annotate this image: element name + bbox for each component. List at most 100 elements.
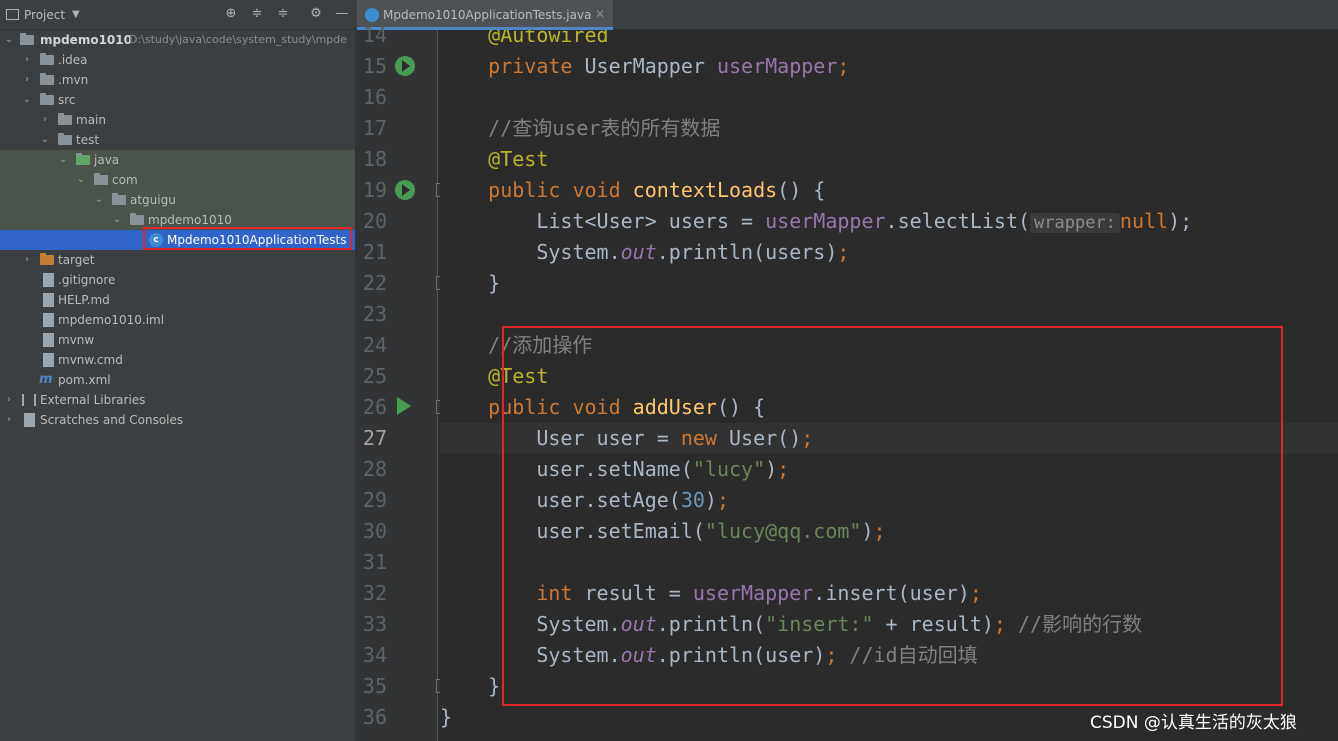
file-icon	[43, 353, 54, 367]
chevron-down-icon[interactable]: ⌄	[75, 170, 87, 190]
tree-item-atguigu[interactable]: ⌄ atguigu	[0, 190, 355, 210]
maven-icon: m	[39, 372, 53, 387]
run-test-icon[interactable]	[395, 180, 415, 200]
chevron-down-icon[interactable]: ⌄	[21, 90, 33, 110]
line-number: 18	[362, 147, 387, 171]
line-number: 34	[362, 643, 387, 667]
tree-item-label: mpdemo1010.iml	[58, 313, 165, 327]
tree-item-label: .mvn	[58, 73, 89, 87]
line-number-current: 27	[362, 426, 387, 450]
line-number: 35	[362, 674, 387, 698]
chevron-right-icon[interactable]: ›	[21, 50, 33, 70]
line-number: 23	[362, 302, 387, 326]
tree-item-gitignore[interactable]: .gitignore	[0, 270, 355, 290]
method-name: contextLoads	[632, 178, 778, 202]
project-path: D:\study\java\code\system_study\mpde	[129, 33, 348, 46]
tree-item-mvnw-cmd[interactable]: mvnw.cmd	[0, 350, 355, 370]
line-number: 21	[362, 240, 387, 264]
chevron-down-icon[interactable]: ▼	[72, 9, 80, 20]
package-icon	[94, 173, 108, 185]
tree-item-label: mpdemo1010	[40, 33, 132, 47]
line-number: 32	[362, 581, 387, 605]
line-number: 31	[362, 550, 387, 574]
tree-item-java[interactable]: ⌄ java	[0, 150, 355, 170]
run-test-icon[interactable]	[397, 397, 411, 415]
markdown-file-icon	[43, 293, 54, 307]
project-view-selector[interactable]: Project	[24, 8, 65, 22]
tree-item-main[interactable]: › main	[0, 110, 355, 130]
editor-tab-bar: Mpdemo1010ApplicationTests.java ✕	[355, 0, 1338, 30]
tree-item-src[interactable]: ⌄ src	[0, 90, 355, 110]
minimize-icon[interactable]: —	[334, 6, 350, 22]
target-icon[interactable]: ⊕	[223, 6, 239, 22]
chevron-down-icon[interactable]: ⌄	[3, 30, 15, 50]
tree-item-external-libraries[interactable]: › External Libraries	[0, 390, 355, 410]
project-panel-header: Project ▼ ⊕ ≑ ≑ ⚙ —	[0, 0, 355, 30]
keyword: public void	[488, 178, 633, 202]
keyword: null	[1119, 209, 1169, 233]
brace: }	[488, 271, 501, 295]
tree-item-target[interactable]: › target	[0, 250, 355, 270]
tree-item-idea[interactable]: › .idea	[0, 50, 355, 70]
library-icon	[22, 394, 36, 406]
editor-gutter: 14 15 16 17 18 19 20 21 22 23 24 25 26 2…	[355, 23, 450, 741]
line-number: 25	[362, 364, 387, 388]
tree-item-mvnw[interactable]: mvnw	[0, 330, 355, 350]
tree-item-label: HELP.md	[58, 293, 110, 307]
tree-item-label: mvnw.cmd	[58, 353, 123, 367]
code-line: System.out.println(users);	[440, 237, 1338, 268]
annotation: @Autowired	[488, 30, 609, 47]
line-number: 17	[362, 116, 387, 140]
tree-item-mvn[interactable]: › .mvn	[0, 70, 355, 90]
chevron-right-icon[interactable]: ›	[39, 110, 51, 130]
chevron-right-icon[interactable]: ›	[21, 250, 33, 270]
line-number: 30	[362, 519, 387, 543]
bean-navigation-icon[interactable]	[395, 56, 415, 76]
field: userMapper	[765, 209, 886, 233]
folder-icon	[40, 93, 54, 105]
punctuation: () {	[777, 178, 826, 202]
chevron-right-icon[interactable]: ›	[3, 390, 15, 410]
editor-tab[interactable]: Mpdemo1010ApplicationTests.java ✕	[357, 0, 613, 30]
tree-item-label: External Libraries	[40, 393, 146, 407]
brace: }	[488, 674, 501, 698]
gear-icon[interactable]: ⚙	[308, 6, 324, 22]
tree-item-pom[interactable]: m pom.xml	[0, 370, 355, 390]
folder-icon	[58, 113, 72, 125]
chevron-down-icon[interactable]: ⌄	[57, 150, 69, 170]
expand-all-icon[interactable]: ≑	[249, 6, 265, 22]
line-number: 14	[362, 23, 387, 47]
line-number: 24	[362, 333, 387, 357]
chevron-down-icon[interactable]: ⌄	[93, 190, 105, 210]
file-icon	[43, 273, 54, 287]
collapse-all-icon[interactable]: ≑	[275, 6, 291, 22]
tree-item-com[interactable]: ⌄ com	[0, 170, 355, 190]
code-line: //查询user表的所有数据	[440, 113, 1338, 144]
chevron-right-icon[interactable]: ›	[3, 410, 15, 430]
excluded-folder-icon	[40, 253, 54, 265]
module-folder-icon	[20, 33, 34, 45]
tree-item-scratches[interactable]: › Scratches and Consoles	[0, 410, 355, 430]
line-number: 22	[362, 271, 387, 295]
annotation: @Test	[488, 147, 549, 171]
tree-item-test[interactable]: ⌄ test	[0, 130, 355, 150]
tree-item-help[interactable]: HELP.md	[0, 290, 355, 310]
chevron-right-icon[interactable]: ›	[21, 70, 33, 90]
folder-icon	[40, 73, 54, 85]
brace: }	[440, 705, 453, 729]
editor-tab-label: Mpdemo1010ApplicationTests.java	[383, 8, 592, 22]
scratches-icon	[24, 413, 35, 427]
package-icon	[112, 193, 126, 205]
line-number: 28	[362, 457, 387, 481]
tree-item-iml[interactable]: mpdemo1010.iml	[0, 310, 355, 330]
project-panel: Project ▼ ⊕ ≑ ≑ ⚙ — ⌄ mpdemo1010 D:\stud…	[0, 0, 355, 741]
chevron-down-icon[interactable]: ⌄	[111, 210, 123, 230]
parameter-hint: wrapper:	[1030, 213, 1120, 233]
close-icon[interactable]: ✕	[595, 7, 605, 21]
tree-item-root[interactable]: ⌄ mpdemo1010 D:\study\java\code\system_s…	[0, 30, 355, 50]
tree-item-label: Scratches and Consoles	[40, 413, 184, 427]
line-number: 36	[362, 705, 387, 729]
tree-item-label: pom.xml	[58, 373, 111, 387]
line-number: 15	[362, 54, 387, 78]
chevron-down-icon[interactable]: ⌄	[39, 130, 51, 150]
